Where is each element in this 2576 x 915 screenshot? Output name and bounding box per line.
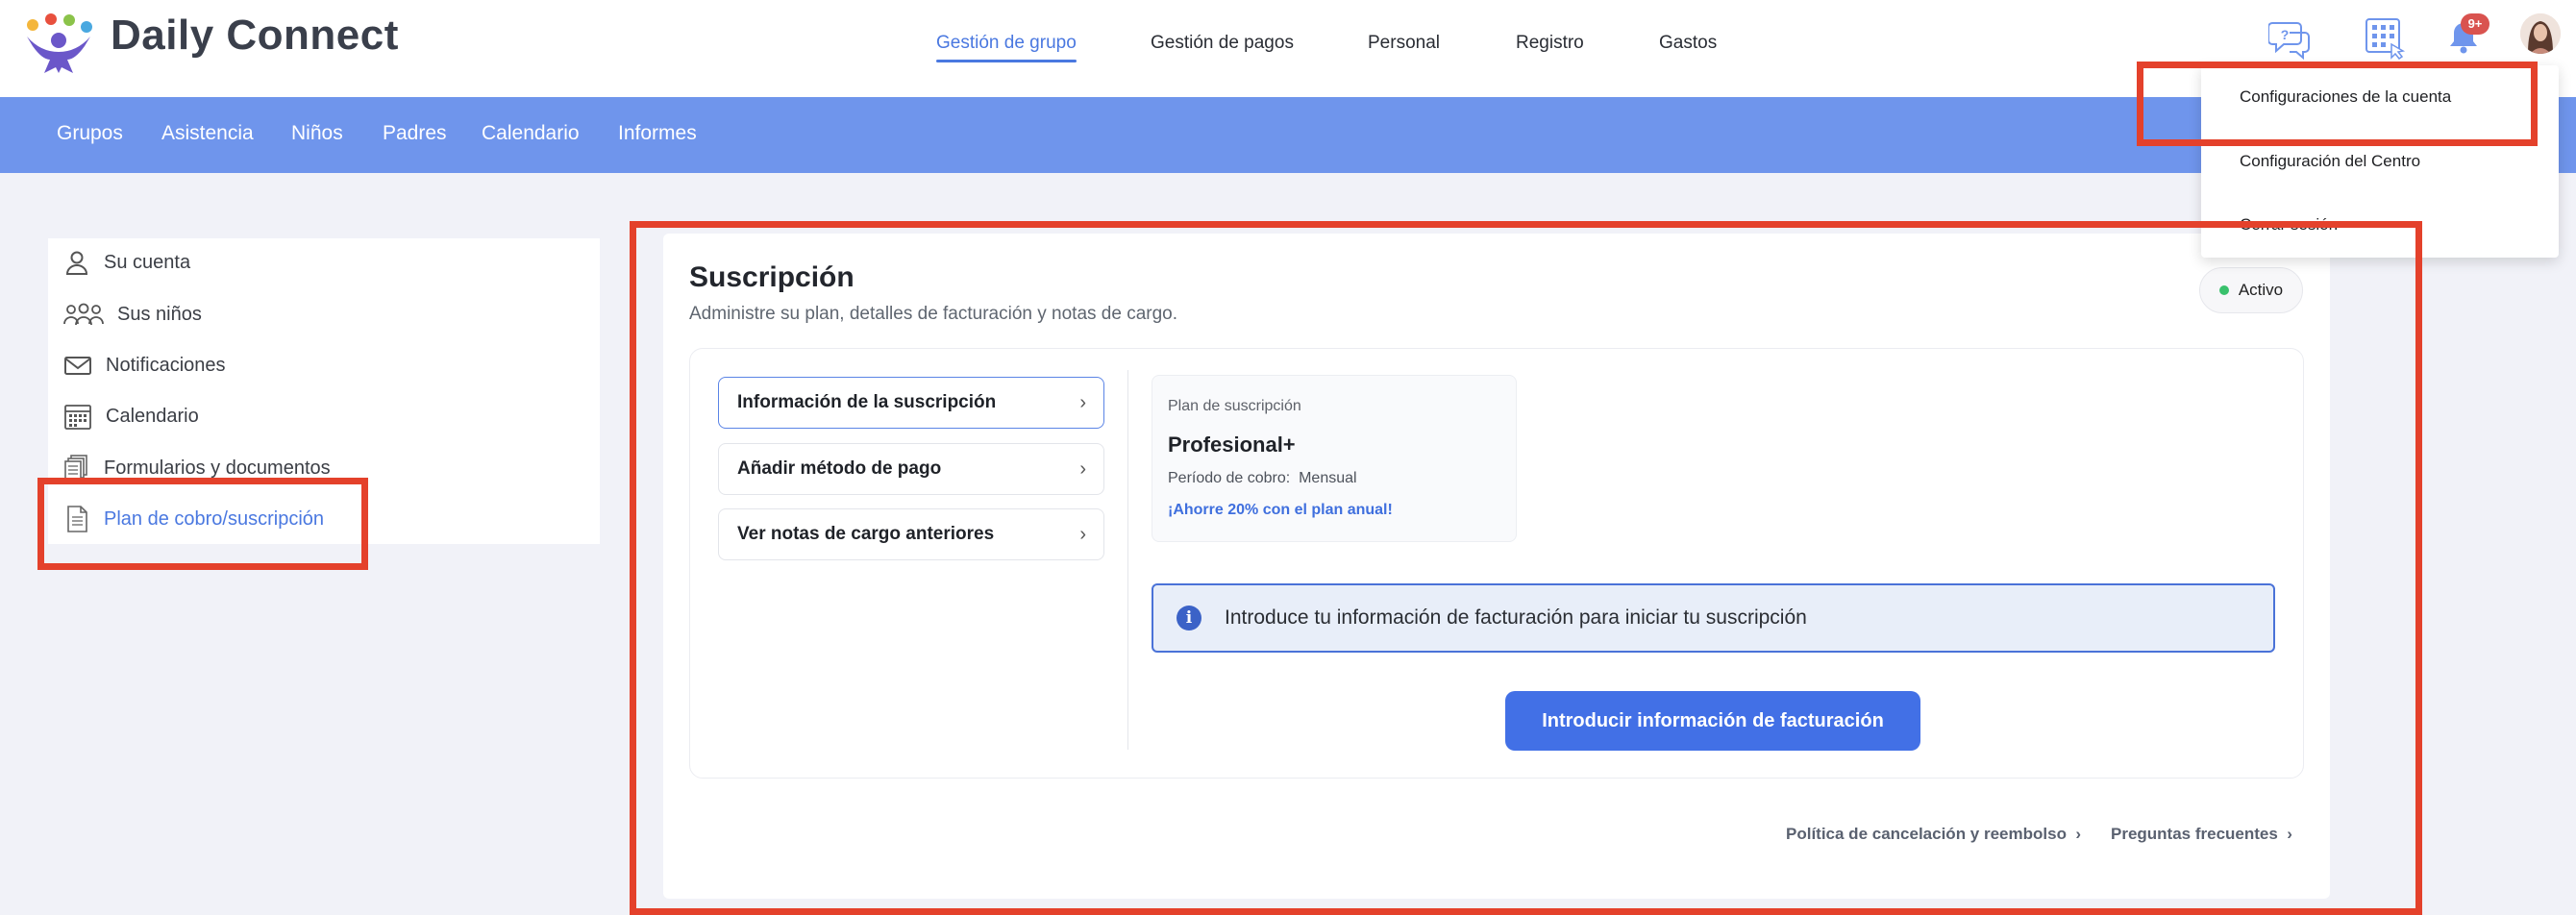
help-chat-icon[interactable]: ? — [2268, 15, 2313, 60]
account-sidebar — [48, 238, 600, 544]
menu-add-payment-method[interactable]: Añadir método de pago › — [718, 443, 1104, 495]
menu-item-label: Añadir método de pago — [737, 458, 942, 479]
sidebar-item-label: Plan de cobro/suscripción — [104, 507, 325, 530]
topnav-registro[interactable]: Registro — [1516, 33, 1584, 54]
subnav-asistencia[interactable]: Asistencia — [161, 122, 254, 145]
avatar-image — [2520, 13, 2561, 54]
page-title: Suscripción — [689, 261, 855, 293]
menu-center-settings[interactable]: Configuración del Centro — [2240, 152, 2420, 171]
status-badge: Activo — [2199, 267, 2303, 313]
sidebar-item-plan-cobro[interactable]: Plan de cobro/suscripción — [63, 500, 324, 538]
chevron-right-icon: › — [2282, 825, 2292, 843]
cancellation-policy-label: Política de cancelación y reembolso — [1786, 825, 2067, 843]
panel-divider — [1127, 370, 1128, 750]
children-icon — [63, 303, 104, 326]
sidebar-item-formularios[interactable]: Formularios y documentos — [63, 449, 331, 487]
topnav-personal[interactable]: Personal — [1368, 33, 1440, 54]
cancellation-policy-link[interactable]: Política de cancelación y reembolso › — [1786, 825, 2081, 844]
sidebar-item-label: Su cuenta — [104, 251, 191, 273]
sidebar-item-label: Sus niños — [117, 303, 202, 325]
user-icon — [65, 251, 88, 275]
menu-item-label: Ver notas de cargo anteriores — [737, 524, 995, 544]
billing-info-message: Introduce tu información de facturación … — [1225, 606, 1807, 629]
plan-label: Plan de suscripción — [1168, 398, 1301, 414]
billing-period-label: Período de cobro: — [1168, 470, 1291, 486]
chevron-right-icon: › — [1079, 523, 1086, 545]
topnav-gastos[interactable]: Gastos — [1659, 33, 1717, 54]
annual-plan-promo-link[interactable]: ¡Ahorre 20% con el plan anual! — [1168, 502, 1393, 519]
chevron-right-icon: › — [1079, 458, 1086, 480]
invoice-icon — [67, 506, 87, 532]
subnav-ninos[interactable]: Niños — [291, 122, 343, 145]
subnav-padres[interactable]: Padres — [383, 122, 447, 145]
sidebar-item-label: Notificaciones — [106, 354, 226, 376]
menu-account-settings[interactable]: Configuraciones de la cuenta — [2240, 87, 2451, 107]
calendar-icon — [64, 405, 91, 430]
menu-subscription-info[interactable]: Información de la suscripción › — [718, 377, 1104, 429]
chevron-right-icon: › — [2070, 825, 2082, 843]
secondary-nav: Grupos Asistencia Niños Padres Calendari… — [0, 97, 2576, 173]
faq-label: Preguntas frecuentes — [2111, 825, 2278, 843]
sidebar-item-su-cuenta[interactable]: Su cuenta — [63, 243, 190, 282]
subnav-grupos[interactable]: Grupos — [57, 122, 123, 145]
subnav-informes[interactable]: Informes — [618, 122, 697, 145]
documents-icon — [64, 455, 87, 482]
apps-grid-icon[interactable] — [2363, 15, 2407, 60]
top-header: Daily Connect Gestión de grupo Gestión d… — [0, 0, 2576, 97]
info-icon: i — [1177, 606, 1201, 631]
menu-past-invoices[interactable]: Ver notas de cargo anteriores › — [718, 508, 1104, 560]
user-avatar[interactable] — [2520, 13, 2561, 54]
enter-billing-info-button[interactable]: Introducir información de facturación — [1505, 691, 1920, 751]
menu-logout[interactable]: Cerrar sesión — [2240, 215, 2338, 235]
topnav-gestion-grupo[interactable]: Gestión de grupo — [936, 33, 1077, 62]
daily-connect-logo[interactable] — [21, 12, 96, 75]
faq-link[interactable]: Preguntas frecuentes › — [2111, 825, 2292, 844]
billing-info-alert: i Introduce tu información de facturació… — [1152, 583, 2275, 653]
sidebar-item-calendario[interactable]: Calendario — [63, 397, 199, 435]
page-subtitle: Administre su plan, detalles de facturac… — [689, 304, 1178, 324]
sidebar-item-label: Formularios y documentos — [104, 457, 331, 479]
account-dropdown-menu: Configuraciones de la cuenta Configuraci… — [2201, 65, 2559, 258]
sidebar-item-sus-ninos[interactable]: Sus niños — [63, 295, 202, 334]
status-label: Activo — [2238, 281, 2284, 299]
envelope-icon — [64, 357, 91, 375]
subnav-calendario[interactable]: Calendario — [482, 122, 580, 145]
notification-count-badge: 9+ — [2461, 13, 2489, 35]
plan-name: Profesional+ — [1168, 433, 1296, 457]
topnav-gestion-pagos[interactable]: Gestión de pagos — [1151, 33, 1294, 54]
sidebar-item-notificaciones[interactable]: Notificaciones — [63, 346, 226, 384]
chevron-right-icon: › — [1079, 391, 1086, 413]
menu-item-label: Información de la suscripción — [737, 392, 997, 412]
svg-text:?: ? — [2281, 27, 2290, 42]
billing-period: Período de cobro: Mensual — [1168, 470, 1357, 487]
sidebar-item-label: Calendario — [106, 405, 199, 427]
billing-period-value: Mensual — [1299, 470, 1357, 486]
brand-name[interactable]: Daily Connect — [111, 12, 399, 60]
status-dot-icon — [2218, 285, 2229, 295]
